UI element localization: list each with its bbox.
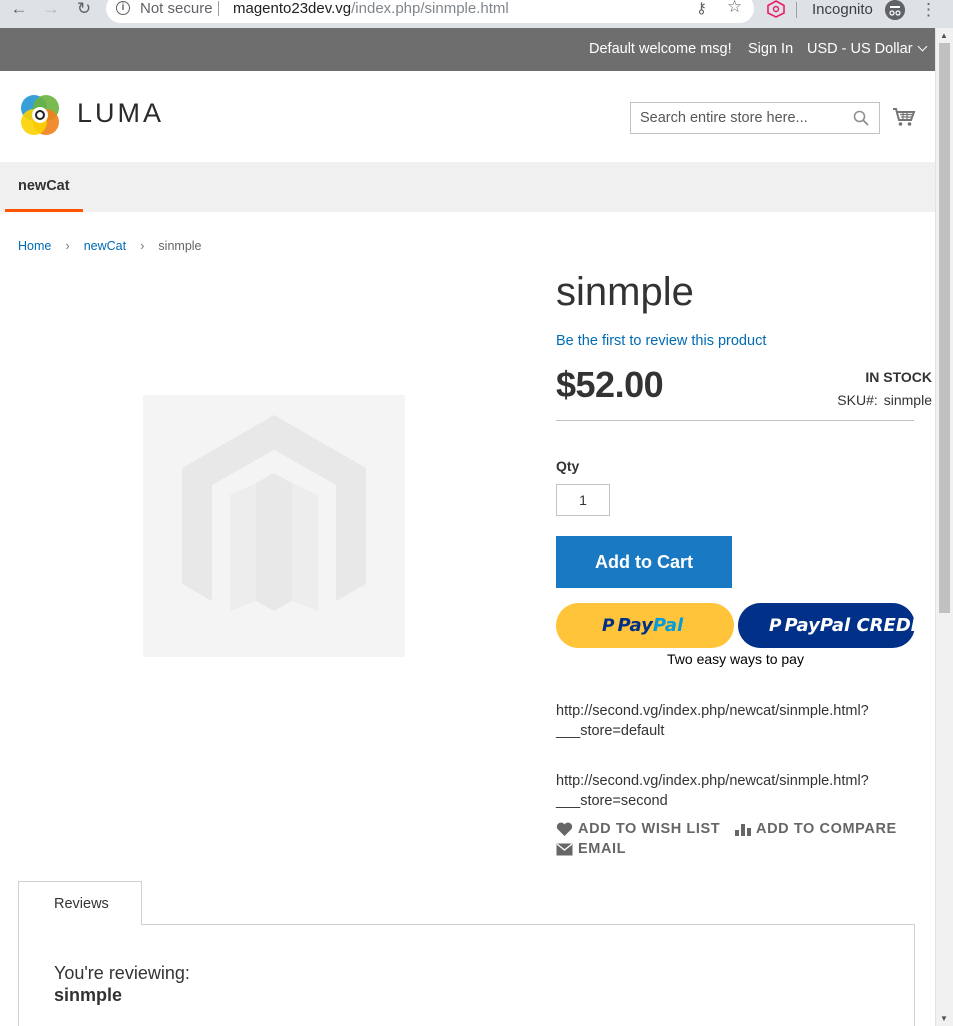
url-host: magento23dev.vg — [233, 0, 352, 17]
envelope-icon — [556, 843, 573, 856]
scroll-down-icon[interactable]: ▼ — [940, 1014, 948, 1023]
luma-logo-icon[interactable] — [18, 93, 62, 137]
menu-kebab-icon[interactable]: ⋮ — [920, 0, 937, 20]
divider — [556, 420, 914, 421]
paypal-credit-label: P PayPal CREDIT — [769, 615, 930, 636]
scroll-up-icon[interactable]: ▲ — [940, 31, 948, 40]
breadcrumb-category[interactable]: newCat — [84, 239, 126, 253]
qty-label: Qty — [556, 458, 580, 474]
heart-icon — [556, 822, 573, 836]
main-nav: newCat — [0, 162, 935, 212]
top-panel: Default welcome msg! Sign In USD - US Do… — [0, 28, 935, 71]
divider — [218, 1, 219, 16]
store-url-second: http://second.vg/index.php/newcat/sinmpl… — [556, 771, 869, 811]
tab-reviews[interactable]: Reviews — [18, 881, 142, 925]
store-url-line: ___store=default — [556, 723, 665, 739]
scrollbar-thumb[interactable] — [939, 43, 950, 613]
product-price: $52.00 — [556, 364, 664, 405]
nav-item-label: newCat — [18, 178, 70, 194]
paypal-label-b: Pal — [652, 615, 684, 636]
page-scrollbar[interactable]: ▲ ▼ — [935, 28, 953, 1026]
url-text[interactable]: magento23dev.vg/index.php/sinmple.html — [233, 0, 509, 17]
reviewing-product-name: sinmple — [54, 985, 123, 1005]
compare-label: ADD TO COMPARE — [756, 821, 897, 837]
stock-status: IN STOCK — [865, 369, 932, 385]
add-to-wishlist-link[interactable]: ADD TO WISH LIST — [556, 821, 720, 837]
paypal-label-a: Pay — [617, 615, 653, 636]
search-input[interactable] — [631, 103, 846, 133]
extension-icon[interactable] — [766, 0, 786, 18]
paypal-credit-text: PayPal CREDIT — [784, 615, 930, 636]
reload-icon[interactable]: ↻ — [71, 0, 97, 20]
divider — [796, 2, 797, 18]
email-label: EMAIL — [578, 841, 627, 857]
chevron-right-icon: › — [140, 238, 145, 253]
header: LUMA — [0, 71, 935, 162]
logo-text[interactable]: LUMA — [77, 98, 164, 129]
security-label: Not secure — [140, 0, 213, 17]
sign-in-link[interactable]: Sign In — [748, 41, 793, 57]
chevron-down-icon — [917, 41, 927, 52]
currency-label: USD - US Dollar — [807, 41, 913, 57]
tab-reviews-label: Reviews — [54, 896, 109, 912]
add-to-cart-button[interactable]: Add to Cart — [556, 536, 732, 588]
paypal-credit-button[interactable]: P PayPal CREDIT — [738, 603, 930, 648]
store-url-line: ___store=second — [556, 793, 668, 809]
sku: SKU#: sinmple — [837, 392, 932, 408]
store-url-line: http://second.vg/index.php/newcat/sinmpl… — [556, 703, 869, 719]
paypal-logo-icon: P — [602, 616, 615, 636]
chevron-right-icon: › — [65, 238, 70, 253]
url-path: /index.php/sinmple.html — [351, 0, 509, 17]
address-bar[interactable]: i Not secure magento23dev.vg/index.php/s… — [106, 0, 754, 23]
product-image[interactable] — [143, 395, 405, 657]
sku-label: SKU#: — [837, 392, 878, 408]
breadcrumb: Home › newCat › sinmple — [18, 238, 202, 253]
search-box — [630, 102, 880, 134]
product-title: sinmple — [556, 270, 694, 314]
incognito-icon[interactable] — [885, 0, 905, 20]
incognito-label: Incognito — [812, 1, 873, 18]
magento-placeholder-icon — [182, 415, 366, 611]
sku-value: sinmple — [883, 392, 932, 408]
reviews-panel: You're reviewing: sinmple — [18, 924, 915, 1026]
payment-tagline: Two easy ways to pay — [667, 651, 804, 667]
paypal-label: P PayPal — [602, 615, 683, 636]
qty-input[interactable] — [556, 484, 610, 516]
nav-item-newcat[interactable]: newCat — [5, 162, 83, 212]
reviewing-label: You're reviewing: — [54, 963, 190, 983]
store-url-line: http://second.vg/index.php/newcat/sinmpl… — [556, 773, 869, 789]
key-icon[interactable]: ⚷ — [696, 0, 707, 17]
paypal-button[interactable]: P PayPal — [556, 603, 734, 648]
browser-toolbar: ← → ↻ i Not secure magento23dev.vg/index… — [0, 0, 953, 28]
review-link[interactable]: Be the first to review this product — [556, 333, 766, 349]
forward-icon[interactable]: → — [38, 0, 64, 20]
breadcrumb-home[interactable]: Home — [18, 239, 51, 253]
wishlist-label: ADD TO WISH LIST — [578, 821, 721, 837]
shopping-cart-icon[interactable] — [892, 107, 916, 127]
search-icon[interactable] — [853, 110, 869, 126]
welcome-message: Default welcome msg! — [589, 41, 732, 57]
back-icon[interactable]: ← — [6, 0, 32, 20]
paypal-logo-icon: P — [769, 616, 782, 636]
add-to-compare-link[interactable]: ADD TO COMPARE — [734, 821, 897, 837]
currency-switcher[interactable]: USD - US Dollar — [807, 41, 927, 57]
bookmark-star-icon[interactable]: ☆ — [727, 0, 742, 17]
info-icon[interactable]: i — [116, 1, 130, 15]
email-link[interactable]: EMAIL — [556, 841, 626, 857]
compare-bars-icon — [735, 823, 751, 836]
store-url-default: http://second.vg/index.php/newcat/sinmpl… — [556, 701, 869, 741]
breadcrumb-current: sinmple — [158, 239, 202, 253]
